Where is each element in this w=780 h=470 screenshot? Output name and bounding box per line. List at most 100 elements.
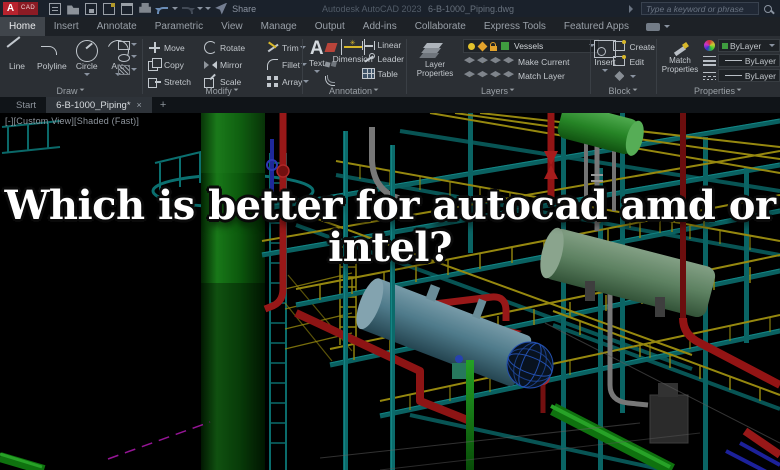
linear-button[interactable]: Linear [361, 39, 404, 50]
share-icon[interactable] [215, 2, 228, 15]
ellipse-button[interactable] [118, 52, 138, 62]
tab-home[interactable]: Home [0, 17, 45, 36]
edit-attributes-button[interactable] [613, 70, 655, 83]
rectangle-button[interactable] [118, 39, 138, 50]
linetype-dropdown[interactable]: ByLayer [718, 69, 780, 82]
viewport-canvas[interactable] [0, 113, 780, 470]
tab-output[interactable]: Output [306, 17, 354, 36]
copy-icon [148, 58, 162, 71]
plot-icon[interactable] [121, 2, 134, 15]
tab-manage[interactable]: Manage [252, 17, 306, 36]
panel-properties: Match Properties ByLayer ByLayer ByLayer… [657, 36, 780, 97]
layer-dropdown[interactable]: Vessels [463, 39, 599, 53]
layer-properties-button[interactable]: Layer Properties [413, 41, 457, 79]
redo-icon[interactable] [182, 6, 196, 14]
search-chevron-icon[interactable] [629, 4, 637, 13]
autocad-logo-text: CAD [18, 2, 39, 15]
autocad-logo[interactable]: A CAD [3, 2, 39, 15]
drawing-viewport[interactable]: [-][Custom View][Shaded (Fast)] Which is… [0, 113, 780, 470]
panel-label-layers[interactable]: Layers [407, 86, 590, 96]
tab-parametric[interactable]: Parametric [146, 17, 212, 36]
thumbnail-title: Which is better for autocad amd or intel… [0, 185, 780, 268]
polyline-button[interactable]: Polyline [37, 40, 67, 79]
undo-caret-icon[interactable] [172, 6, 179, 13]
edit-block-icon [613, 55, 627, 66]
redo-caret-icon[interactable] [197, 6, 204, 13]
file-tab-bar: Start 6-B-1000_Piping* × + [0, 97, 780, 113]
search-icon[interactable] [764, 4, 772, 13]
rotate-button[interactable]: Rotate [204, 40, 266, 55]
layer-thaw-icon[interactable] [477, 41, 488, 51]
panel-label-properties[interactable]: Properties [657, 86, 780, 96]
layer-properties-icon [424, 41, 446, 61]
table-icon [361, 68, 375, 79]
create-block-button[interactable]: Create [613, 40, 655, 53]
file-tab-drawing-label: 6-B-1000_Piping* [56, 99, 131, 111]
mirror-button[interactable]: Mirror [204, 57, 266, 72]
ribbon-toggle-icon [645, 22, 660, 31]
share-label[interactable]: Share [232, 4, 256, 14]
fillet-icon [267, 59, 278, 70]
undo-icon[interactable] [155, 6, 169, 14]
file-tab-drawing[interactable]: 6-B-1000_Piping* × [46, 97, 152, 113]
ribbon-tab-bar: Home Insert Annotate Parametric View Man… [0, 17, 780, 36]
tab-annotate[interactable]: Annotate [88, 17, 146, 36]
open-file-icon[interactable] [67, 5, 80, 15]
tab-insert[interactable]: Insert [45, 17, 88, 36]
object-color-dropdown[interactable]: ByLayer [718, 39, 780, 52]
ribbon-toggle-caret-icon [663, 24, 670, 31]
autocad-window: A CAD Share Autodesk AutoCAD 2023 6-B-10… [0, 0, 780, 470]
search-input[interactable]: Type a keyword or phrase [641, 2, 759, 15]
file-tab-start[interactable]: Start [6, 97, 46, 113]
tab-collaborate[interactable]: Collaborate [406, 17, 475, 36]
print-icon[interactable] [139, 2, 152, 13]
panel-label-draw[interactable]: Draw [0, 86, 142, 96]
insert-caret-icon [602, 69, 608, 75]
layer-on-icon[interactable] [468, 42, 475, 50]
app-title: Autodesk AutoCAD 2023 [322, 4, 422, 14]
text-button[interactable]: A Text [309, 39, 325, 76]
make-current-button[interactable]: Make Current [463, 55, 599, 68]
rotate-icon [204, 41, 217, 54]
lineweight-sample [725, 60, 742, 61]
hatch-button[interactable] [118, 64, 138, 75]
panel-annotation: AText Dimension Linear Leader Table Anno… [303, 36, 406, 97]
new-drawing-tab-button[interactable]: + [152, 97, 174, 113]
line-button[interactable]: Line [6, 40, 28, 79]
tab-add-ins[interactable]: Add-ins [354, 17, 406, 36]
panel-draw: Line Polyline Circle Arc Draw [0, 36, 142, 97]
rectangle-caret-icon [131, 42, 137, 49]
edit-block-button[interactable]: Edit [613, 55, 655, 68]
layer-tool-icon [477, 71, 488, 78]
tab-express-tools[interactable]: Express Tools [475, 17, 555, 36]
file-tab-close-icon[interactable]: × [137, 100, 142, 110]
circle-button[interactable]: Circle [75, 40, 98, 79]
move-button[interactable]: Move [148, 40, 204, 55]
create-block-icon [613, 40, 627, 51]
layer-unlock-icon[interactable] [490, 41, 497, 51]
panel-label-modify[interactable]: Modify [143, 86, 302, 96]
ribbon-display-toggle[interactable] [645, 17, 671, 36]
copy-button[interactable]: Copy [148, 57, 204, 72]
title-bar: A CAD Share Autodesk AutoCAD 2023 6-B-10… [0, 0, 780, 17]
qat-customize-icon[interactable] [205, 6, 212, 13]
lineweight-dropdown[interactable]: ByLayer [718, 54, 780, 67]
panel-label-block[interactable]: Block [591, 86, 656, 96]
panel-label-annotation[interactable]: Annotation [303, 86, 406, 96]
leader-button[interactable]: Leader [362, 52, 404, 65]
mirror-icon [204, 58, 217, 71]
hatch-caret-icon [131, 67, 137, 74]
save-as-icon[interactable] [103, 2, 116, 15]
match-layer-button[interactable]: Match Layer [463, 69, 599, 82]
table-button[interactable]: Table [361, 67, 404, 80]
match-properties-button[interactable]: Match Properties [659, 41, 701, 75]
layer-color-swatch[interactable] [501, 42, 509, 50]
save-icon[interactable] [85, 2, 98, 15]
thumbnail-title-line2: intel? [328, 223, 452, 271]
leader-icon [362, 52, 375, 65]
tab-view[interactable]: View [212, 17, 252, 36]
new-file-icon[interactable] [49, 2, 62, 15]
tab-featured-apps[interactable]: Featured Apps [555, 17, 638, 36]
circle-caret-icon [83, 73, 90, 79]
viewport-controls[interactable]: [-][Custom View][Shaded (Fast)] [5, 116, 139, 126]
